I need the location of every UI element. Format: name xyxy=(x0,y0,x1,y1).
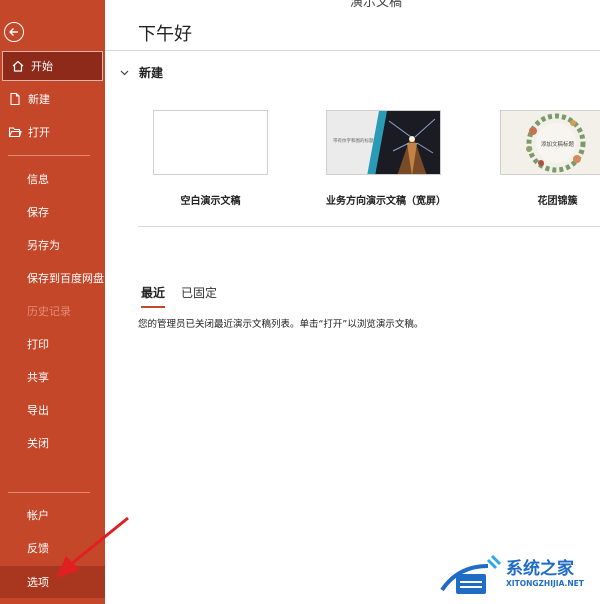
nav-share-label: 共享 xyxy=(27,371,49,384)
templates-divider xyxy=(138,226,600,227)
nav-open-label: 打开 xyxy=(28,126,50,139)
nav-info-label: 信息 xyxy=(27,173,49,186)
nav-history: 历史记录 xyxy=(0,296,105,326)
chevron-down-icon xyxy=(120,70,129,75)
template-floral-thumbnail: 添加文稿标题 xyxy=(500,110,600,175)
nav-account-label: 帐户 xyxy=(27,509,49,522)
nav-print-label: 打印 xyxy=(27,338,49,351)
nav-save-as[interactable]: 另存为 xyxy=(0,230,105,260)
nav-save-to-baidu[interactable]: 保存到百度网盘 xyxy=(0,263,105,293)
nav-feedback-label: 反馈 xyxy=(27,542,49,555)
tab-pinned[interactable]: 已固定 xyxy=(181,284,217,308)
header-divider xyxy=(105,50,600,51)
template-caption: 空白演示文稿 xyxy=(180,196,241,207)
nav-new[interactable]: 新建 xyxy=(0,84,105,114)
template-business[interactable]: 带有纹字和图的标题 业务方向演示文稿（宽屏） xyxy=(326,110,446,207)
template-caption: 花团锦簇 xyxy=(537,196,578,207)
watermark-title: 系统之家 xyxy=(506,559,574,579)
nav-close-label: 关闭 xyxy=(27,437,49,450)
backstage-sidebar: 开始 新建 打开 信息 保存 另存为 保存到百度网盘 历史记录 打印 共享 导出… xyxy=(0,0,105,604)
template-blank-thumbnail xyxy=(153,110,268,175)
nav-home-label: 开始 xyxy=(31,60,53,73)
nav-options-label: 选项 xyxy=(27,576,49,589)
template-business-thumb-text: 带有纹字和图的标题 xyxy=(333,139,374,144)
open-folder-icon xyxy=(8,125,22,139)
back-arrow-icon[interactable] xyxy=(4,22,24,42)
document-title: 演示文稿 xyxy=(350,0,403,10)
nav-save-to-baidu-label: 保存到百度网盘 xyxy=(27,272,104,285)
tab-recent[interactable]: 最近 xyxy=(141,284,166,308)
greeting-heading: 下午好 xyxy=(138,24,192,45)
template-floral-thumb-text: 添加文稿标题 xyxy=(541,142,575,148)
template-floral[interactable]: 添加文稿标题 花团锦簇 xyxy=(500,110,600,207)
new-section-header[interactable]: 新建 xyxy=(120,64,163,81)
nav-save-label: 保存 xyxy=(27,206,49,219)
nav-options[interactable]: 选项 xyxy=(0,566,105,598)
backstage-main: 演示文稿 下午好 新建 空白演示文稿 带有纹字和图的标题 业务方向演示文稿（宽屏… xyxy=(105,0,600,604)
template-blank[interactable]: 空白演示文稿 xyxy=(153,110,268,207)
new-document-icon xyxy=(8,92,22,106)
nav-print[interactable]: 打印 xyxy=(0,329,105,359)
nav-share[interactable]: 共享 xyxy=(0,362,105,392)
sidebar-divider xyxy=(8,155,90,156)
nav-account[interactable]: 帐户 xyxy=(0,500,105,530)
nav-save[interactable]: 保存 xyxy=(0,197,105,227)
watermark: 系统之家 XITONGZHIJIA.NET xyxy=(438,552,598,602)
watermark-url: XITONGZHIJIA.NET xyxy=(506,579,584,588)
nav-new-label: 新建 xyxy=(28,93,50,106)
nav-info[interactable]: 信息 xyxy=(0,164,105,194)
new-section-title: 新建 xyxy=(139,66,164,80)
nav-history-label: 历史记录 xyxy=(27,305,71,318)
recent-disabled-notice: 您的管理员已关闭最近演示文稿列表。单击“打开”以浏览演示文稿。 xyxy=(138,319,424,330)
nav-export-label: 导出 xyxy=(27,404,49,417)
nav-home[interactable]: 开始 xyxy=(2,51,103,81)
nav-close[interactable]: 关闭 xyxy=(0,428,105,458)
watermark-logo-icon xyxy=(440,554,502,594)
template-business-thumbnail: 带有纹字和图的标题 xyxy=(326,110,441,175)
nav-export[interactable]: 导出 xyxy=(0,395,105,425)
nav-save-as-label: 另存为 xyxy=(27,239,60,252)
nav-feedback[interactable]: 反馈 xyxy=(0,533,105,563)
template-caption: 业务方向演示文稿（宽屏） xyxy=(326,196,446,207)
home-icon xyxy=(11,59,25,73)
sidebar-divider-bottom xyxy=(8,492,90,493)
recent-tabs: 最近 已固定 xyxy=(141,284,233,308)
nav-open[interactable]: 打开 xyxy=(0,117,105,147)
